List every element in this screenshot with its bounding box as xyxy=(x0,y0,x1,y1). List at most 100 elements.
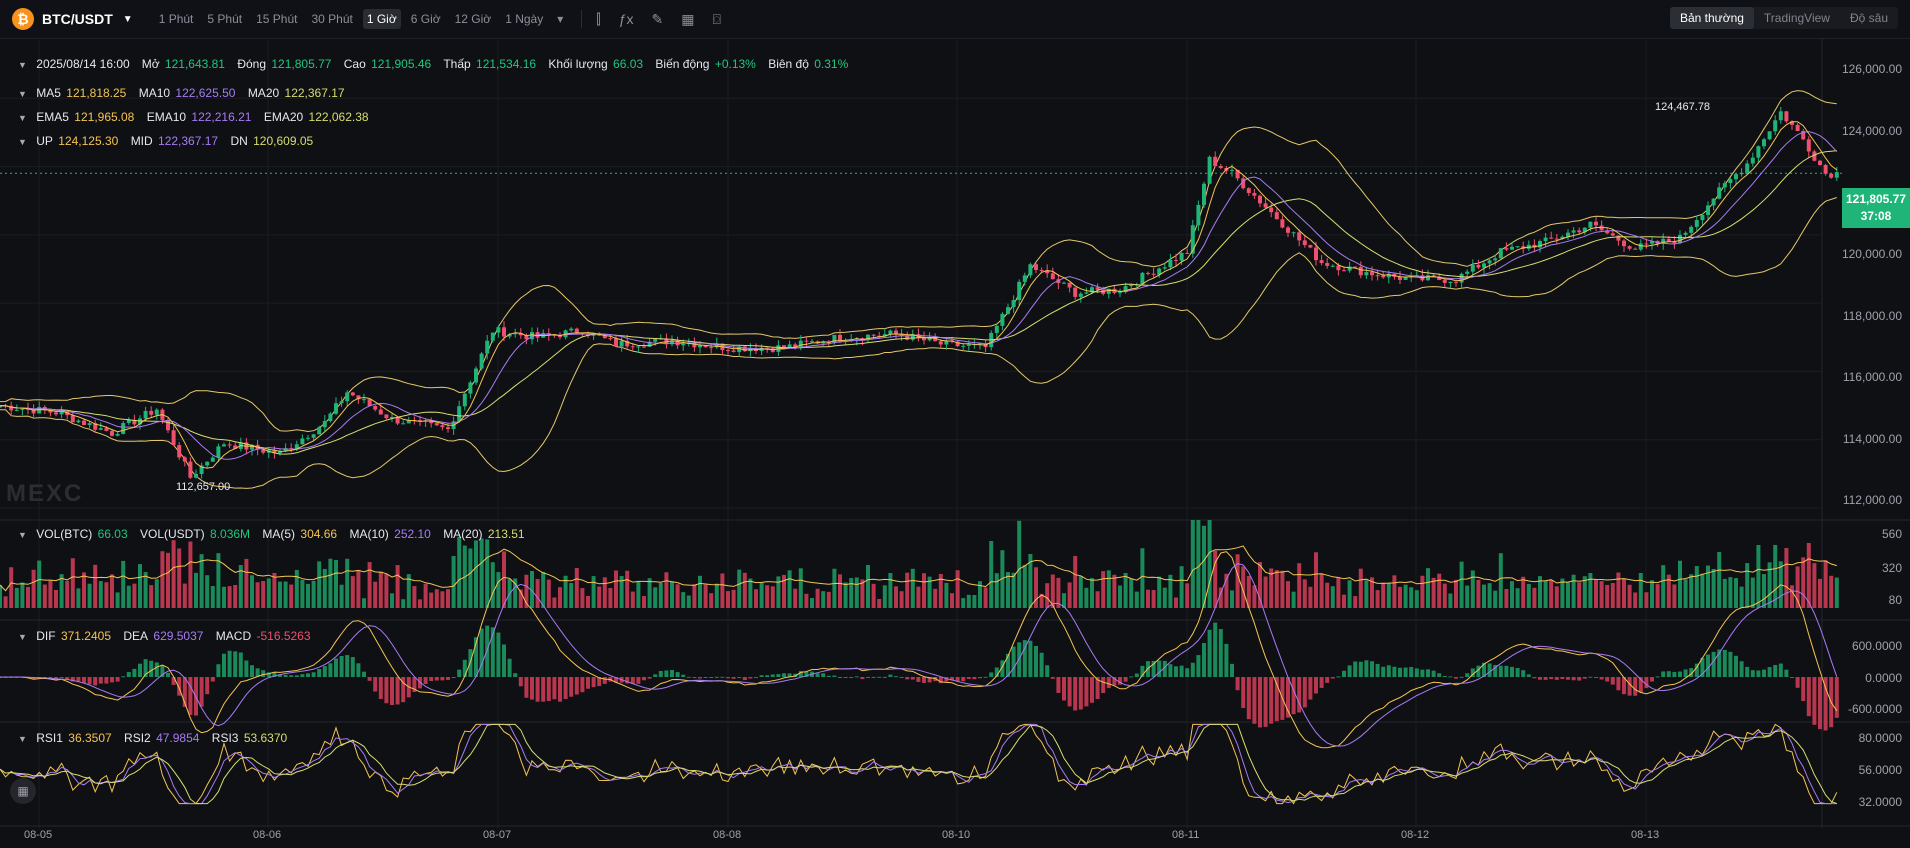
volume-bar xyxy=(65,580,70,608)
volume-bar xyxy=(434,589,439,608)
candle-body xyxy=(1549,237,1554,239)
ema10-label: EMA10 xyxy=(146,110,187,124)
timeframe-30m[interactable]: 30 Phút xyxy=(307,9,356,29)
timeframe-5m[interactable]: 5 Phút xyxy=(203,9,246,29)
candle-body xyxy=(322,421,327,428)
macd-histogram-bar xyxy=(1594,677,1598,678)
volume-bar xyxy=(1543,580,1548,608)
price-axis[interactable]: 126,000.00 124,000.00 120,000.00 118,000… xyxy=(1822,0,1910,848)
ma10-value: 122,625.50 xyxy=(175,86,236,100)
volume-bar xyxy=(1672,584,1677,608)
timeframe-1m[interactable]: 1 Phút xyxy=(155,9,198,29)
volume-bar xyxy=(541,571,546,608)
volume-bar xyxy=(350,576,355,608)
macd-histogram-bar xyxy=(1353,661,1358,677)
macd-histogram-bar xyxy=(93,677,98,686)
timeframe-more-chevron-icon[interactable]: ▾ xyxy=(553,9,567,29)
macd-histogram-bar xyxy=(1358,661,1363,677)
volume-bar xyxy=(54,589,58,608)
timeframe-1h[interactable]: 1 Giờ xyxy=(362,9,401,29)
candle-body xyxy=(1252,193,1257,196)
macd-histogram-bar xyxy=(1633,677,1638,696)
candle-body xyxy=(1342,270,1346,272)
chevron-down-icon[interactable]: ▼ xyxy=(18,632,27,642)
candle-body xyxy=(1202,183,1206,205)
timeframe-12h[interactable]: 12 Giờ xyxy=(451,9,496,29)
macd-histogram-bar xyxy=(1773,664,1778,677)
mode-normal[interactable]: Bản thường xyxy=(1669,7,1754,29)
chevron-down-icon[interactable]: ▼ xyxy=(18,113,27,123)
chevron-down-icon[interactable]: ▼ xyxy=(18,734,27,744)
macd-histogram-bar xyxy=(1644,677,1649,689)
candle-body xyxy=(966,344,971,346)
price-tick: 116,000.00 xyxy=(1842,370,1902,384)
candle-body xyxy=(20,408,25,410)
date-label: 08-10 xyxy=(942,829,971,841)
candle-body xyxy=(1773,120,1778,132)
macd-histogram-bar xyxy=(1498,665,1503,677)
macd-histogram-bar xyxy=(367,677,372,681)
timeframe-list: 1 Phút 5 Phút 15 Phút 30 Phút 1 Giờ 6 Gi… xyxy=(155,9,568,29)
ema20-value: 122,062.38 xyxy=(308,110,369,124)
price-tick: 124,000.00 xyxy=(1841,124,1902,138)
candle-body xyxy=(1062,282,1066,284)
volume-bar xyxy=(1129,578,1134,608)
volume-bar xyxy=(222,586,226,608)
chevron-down-icon[interactable]: ▼ xyxy=(123,14,133,25)
calendar-icon[interactable]: ▦ xyxy=(10,778,36,804)
candle-body xyxy=(339,401,344,404)
chevron-down-icon[interactable]: ▼ xyxy=(18,60,27,70)
pair-selector[interactable]: BTC/USDT xyxy=(42,11,113,27)
macd-histogram-bar xyxy=(1437,673,1442,677)
candle-body xyxy=(1230,169,1234,171)
candle-body xyxy=(630,346,635,348)
volume-bar xyxy=(1179,566,1184,608)
indicator-fx-icon[interactable]: ƒx xyxy=(619,11,634,28)
macd-histogram-bar xyxy=(1448,676,1453,678)
macd-histogram-bar xyxy=(233,651,238,677)
timeframe-15m[interactable]: 15 Phút xyxy=(252,9,301,29)
candle-body xyxy=(1616,235,1621,241)
macd-histogram-bar xyxy=(709,677,714,678)
macd-histogram-bar xyxy=(1650,677,1654,682)
candle-body xyxy=(1706,205,1710,215)
layout-grid-icon[interactable]: ▦ xyxy=(681,11,694,28)
macd-histogram-bar xyxy=(1538,677,1542,680)
camera-icon[interactable]: ⌼ xyxy=(713,11,721,28)
macd-histogram-bar xyxy=(877,676,882,678)
chevron-down-icon[interactable]: ▼ xyxy=(18,89,27,99)
volume-bar xyxy=(14,587,19,608)
volume-bar xyxy=(569,583,574,608)
candle-body xyxy=(1218,166,1223,168)
timeframe-1d[interactable]: 1 Ngày xyxy=(501,9,547,29)
macd-legend: ▼ DIF 371.2405 DEA 629.5037 MACD -516.52… xyxy=(18,629,320,643)
ma10-line xyxy=(0,131,1838,460)
candle-body xyxy=(1034,264,1038,270)
volume-bar xyxy=(1482,584,1486,608)
volume-bar xyxy=(591,576,596,608)
volume-bar xyxy=(961,598,966,608)
volume-bar xyxy=(1364,580,1369,608)
timeframe-6h[interactable]: 6 Giờ xyxy=(407,9,445,29)
macd-histogram-bar xyxy=(1801,677,1806,702)
candle-body xyxy=(1711,198,1716,206)
dea-value: 629.5037 xyxy=(153,629,204,643)
volume-bar xyxy=(272,572,277,608)
macd-histogram-bar xyxy=(1073,677,1078,711)
macd-histogram-bar xyxy=(1627,677,1632,696)
macd-histogram-bar xyxy=(1106,677,1111,689)
chevron-down-icon[interactable]: ▼ xyxy=(18,137,27,147)
price-chart[interactable] xyxy=(0,38,1910,848)
draw-pencil-icon[interactable]: ✎ xyxy=(652,11,664,28)
candle-body xyxy=(1280,219,1285,228)
macd-histogram-bar xyxy=(821,673,826,677)
candle-body xyxy=(227,444,232,446)
volume-label: Khối lượng xyxy=(548,57,608,71)
candle-type-icon[interactable]: ⫿ xyxy=(596,11,600,28)
volume-bar xyxy=(1162,587,1167,608)
chevron-down-icon[interactable]: ▼ xyxy=(18,530,27,540)
macd-histogram-bar xyxy=(972,677,977,680)
macd-histogram-bar xyxy=(1398,667,1402,677)
candle-body xyxy=(1745,163,1750,173)
volume-bar xyxy=(1297,563,1302,608)
